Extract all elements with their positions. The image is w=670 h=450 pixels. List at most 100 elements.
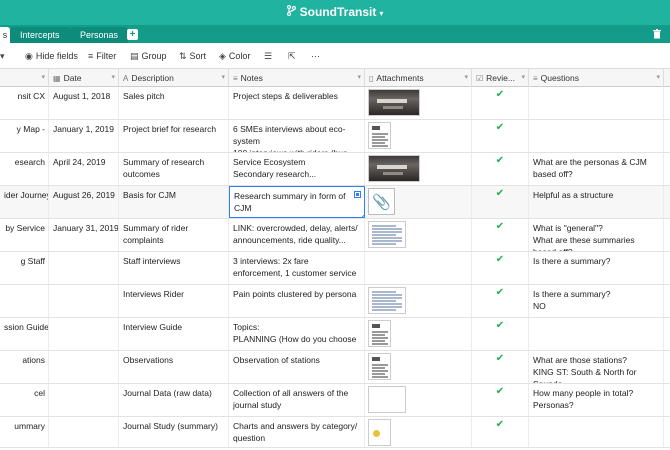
table-row[interactable]: esearch April 24, 2019 Summary of research… <box>0 153 670 186</box>
cell-name[interactable]: by Service <box>0 219 49 251</box>
cell-notes[interactable]: 6 SMEs interviews about eco-system 100 i… <box>229 120 365 152</box>
cell-next-partial[interactable] <box>664 153 670 185</box>
table-row[interactable]: y Map - January 1, 2019 Project brief for … <box>0 120 670 153</box>
cell-reviewed[interactable]: ✔ <box>472 252 529 284</box>
cell-reviewed[interactable]: ✔ <box>472 351 529 383</box>
cell-attachments[interactable] <box>365 417 472 447</box>
cell-questions[interactable] <box>529 417 664 447</box>
view-switcher-caret[interactable]: ▾ <box>0 43 8 69</box>
cell-notes[interactable]: Pain points clustered by persona <box>229 285 365 317</box>
cell-attachments[interactable] <box>365 351 472 383</box>
cell-date[interactable] <box>49 318 119 350</box>
header-notes[interactable]: ≡ Notes ▾ <box>229 69 365 87</box>
cell-questions[interactable] <box>529 87 664 119</box>
table-row[interactable]: ider Journey August 26, 2019 Basis for CJM… <box>0 186 670 219</box>
cell-date[interactable]: August 26, 2019 <box>49 186 119 218</box>
cell-next-partial[interactable] <box>664 285 670 317</box>
cell-description[interactable]: Journal Data (raw data) <box>119 384 229 416</box>
cell-description[interactable]: Project brief for research <box>119 120 229 152</box>
table-row[interactable]: ations Observations Observation of station… <box>0 351 670 384</box>
group-button[interactable]: ▤ Group <box>130 43 167 69</box>
table-row[interactable]: Interviews Rider Pain points clustered by… <box>0 285 670 318</box>
cell-name[interactable]: ider Journey <box>0 186 49 218</box>
add-table-icon[interactable]: + <box>127 29 138 40</box>
cell-name[interactable]: esearch <box>0 153 49 185</box>
row-height-button[interactable]: ☰ <box>264 43 275 69</box>
sort-button[interactable]: ⇅ Sort <box>179 43 206 69</box>
tab-previous[interactable]: s <box>0 27 10 43</box>
cell-next-partial[interactable] <box>664 120 670 152</box>
cell-next-partial[interactable] <box>664 351 670 383</box>
cell-description[interactable]: Interview Guide <box>119 318 229 350</box>
cell-description[interactable]: Interviews Rider <box>119 285 229 317</box>
cell-reviewed[interactable]: ✔ <box>472 153 529 185</box>
attachment-thumbnail-document[interactable] <box>368 320 391 347</box>
cell-questions[interactable]: What is "general"? What are these summar… <box>529 219 664 251</box>
cell-name[interactable]: ations <box>0 351 49 383</box>
cell-questions[interactable]: How many people in total? Personas? <box>529 384 664 416</box>
cell-date[interactable] <box>49 417 119 447</box>
cell-questions[interactable]: What are the personas & CJM based off? <box>529 153 664 185</box>
table-row[interactable]: nsit CX August 1, 2018 Sales pitch Project … <box>0 87 670 120</box>
header-attachments[interactable]: ▯ Attachments ▾ <box>365 69 472 87</box>
cell-date[interactable] <box>49 351 119 383</box>
cell-date[interactable] <box>49 384 119 416</box>
more-options-button[interactable]: ··· <box>311 43 320 69</box>
cell-attachments[interactable] <box>365 120 472 152</box>
hide-fields-button[interactable]: ◉ Hide fields <box>25 43 78 69</box>
cell-questions[interactable] <box>529 318 664 350</box>
cell-description[interactable]: Staff interviews <box>119 252 229 284</box>
table-row[interactable]: ssion Guide Interview Guide Topics: PLANNI… <box>0 318 670 351</box>
cell-attachments[interactable] <box>365 252 472 284</box>
cell-attachments[interactable] <box>365 384 472 416</box>
attachment-thumbnail-blank[interactable] <box>368 386 406 413</box>
table-row[interactable]: ummary Journal Study (summary) Charts and … <box>0 417 670 448</box>
cell-notes[interactable]: Topics: PLANNING (How do you choose ... <box>229 318 365 350</box>
cell-reviewed[interactable]: ✔ <box>472 186 529 218</box>
cell-attachments[interactable] <box>365 153 472 185</box>
cell-next-partial[interactable] <box>664 252 670 284</box>
attachment-thumbnail-spreadsheet[interactable] <box>368 221 406 248</box>
cell-name[interactable]: y Map - <box>0 120 49 152</box>
expand-cell-icon[interactable] <box>354 191 361 198</box>
attachment-thumbnail-document[interactable] <box>368 353 391 380</box>
header-name-partial[interactable]: ▾ <box>0 69 49 87</box>
header-next-partial[interactable] <box>664 69 670 87</box>
cell-name[interactable]: cel <box>0 384 49 416</box>
cell-next-partial[interactable] <box>664 318 670 350</box>
base-title[interactable]: SoundTransit ▾ <box>0 0 670 25</box>
cell-reviewed[interactable]: ✔ <box>472 120 529 152</box>
cell-name[interactable]: ummary <box>0 417 49 447</box>
cell-attachments[interactable] <box>365 219 472 251</box>
cell-notes[interactable]: Service Ecosystem Secondary research... <box>229 153 365 185</box>
attachment-thumbnail-spreadsheet[interactable] <box>368 287 406 314</box>
cell-reviewed[interactable]: ✔ <box>472 417 529 447</box>
cell-attachments[interactable] <box>365 318 472 350</box>
color-button[interactable]: ◈ Color <box>219 43 250 69</box>
cell-notes[interactable]: Charts and answers by category/ question <box>229 417 365 447</box>
table-row[interactable]: g Staff Staff interviews 3 interviews: 2x … <box>0 252 670 285</box>
cell-name[interactable] <box>0 285 49 317</box>
cell-notes[interactable]: Research summary in form of CJM <box>229 186 365 218</box>
cell-name[interactable]: g Staff <box>0 252 49 284</box>
cell-attachments[interactable] <box>365 87 472 119</box>
cell-description[interactable]: Observations <box>119 351 229 383</box>
attachment-thumbnail-document[interactable] <box>368 122 391 149</box>
tab-personas[interactable]: Personas <box>70 27 129 43</box>
cell-reviewed[interactable]: ✔ <box>472 384 529 416</box>
cell-notes[interactable]: Observation of stations <box>229 351 365 383</box>
share-view-button[interactable]: ⇱ <box>288 43 299 69</box>
cell-date[interactable]: August 1, 2018 <box>49 87 119 119</box>
attachment-thumbnail-photo[interactable] <box>368 155 420 182</box>
tab-intercepts[interactable]: Intercepts <box>10 27 70 43</box>
cell-reviewed[interactable]: ✔ <box>472 87 529 119</box>
cell-next-partial[interactable] <box>664 186 670 218</box>
cell-reviewed[interactable]: ✔ <box>472 285 529 317</box>
cell-next-partial[interactable] <box>664 219 670 251</box>
cell-description[interactable]: Journal Study (summary) <box>119 417 229 447</box>
attachment-thumbnail-chart[interactable] <box>368 419 391 446</box>
cell-notes[interactable]: 3 interviews: 2x fare enforcement, 1 cus… <box>229 252 365 284</box>
cell-name[interactable]: ssion Guide <box>0 318 49 350</box>
cell-description[interactable]: Summary of research outcomes <box>119 153 229 185</box>
cell-reviewed[interactable]: ✔ <box>472 219 529 251</box>
